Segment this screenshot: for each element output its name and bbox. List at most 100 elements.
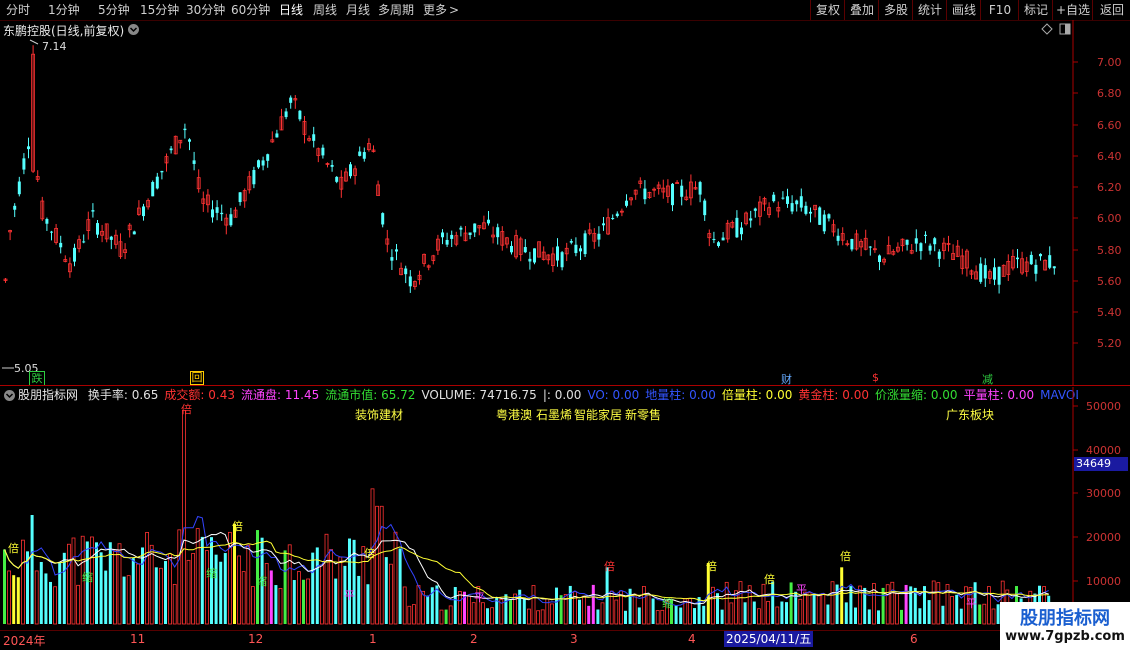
candle-body	[289, 97, 293, 103]
marker-die[interactable]: 跌	[29, 371, 45, 386]
price-axis: 7.00 6.80 6.60 6.40 6.20 6.00 5.80 5.60 5.40 5.20	[1073, 56, 1122, 350]
candle-body	[993, 267, 996, 280]
mark-button[interactable]: 标记	[1018, 0, 1053, 20]
period-tab-daily[interactable]: 日线	[279, 2, 303, 18]
period-tab-monthly[interactable]: 月线	[346, 2, 370, 18]
candle-body	[804, 205, 808, 214]
period-tab-60min[interactable]: 60分钟	[231, 2, 270, 18]
f10-button[interactable]: F10	[980, 0, 1019, 20]
volume-bar	[816, 594, 821, 625]
draw-line-button[interactable]: 画线	[946, 0, 981, 20]
volume-bar	[58, 562, 62, 624]
volume-bar	[509, 598, 512, 624]
volume-bar	[67, 543, 71, 625]
volume-bar	[264, 563, 269, 625]
candle-body	[712, 238, 716, 240]
volume-bar	[582, 595, 586, 625]
volume-bar	[490, 607, 495, 625]
volume-tick-label: 30000	[1086, 487, 1121, 500]
candle-body	[91, 210, 95, 212]
price-tick-label: 5.80	[1097, 244, 1122, 257]
candle-body	[441, 232, 444, 238]
period-tab-fenshi[interactable]: 分时	[6, 2, 30, 18]
candle-body	[868, 246, 872, 248]
volume-bar	[453, 587, 457, 624]
volume-bar	[789, 582, 793, 624]
volume-bar	[76, 584, 80, 625]
period-tab-weekly[interactable]: 周线	[313, 2, 337, 18]
volume-bar	[941, 605, 945, 624]
volume-bar	[117, 543, 122, 625]
volume-bar	[384, 557, 388, 624]
volume-bar	[214, 554, 218, 624]
volume-bar	[388, 563, 393, 625]
candle-body	[132, 231, 136, 235]
price-tick-label: 7.00	[1097, 56, 1122, 69]
candle-body	[753, 208, 757, 211]
marker-dollar[interactable]: $	[872, 371, 879, 384]
candle-body	[799, 196, 803, 208]
volume-bar	[591, 584, 595, 624]
volume-indicator-chart[interactable]: 股朋指标网 换手率: 0.65 成交额: 0.43 流通盘: 11.45 流通市值: …	[0, 387, 1130, 630]
price-tick-label: 6.80	[1097, 87, 1122, 100]
add-favorite-button[interactable]: +自选	[1052, 0, 1093, 20]
candle-body	[740, 227, 743, 235]
multi-stock-button[interactable]: 多股	[878, 0, 913, 20]
back-button[interactable]: 返回	[1092, 0, 1130, 20]
period-tab-1min[interactable]: 1分钟	[48, 2, 80, 18]
volume-bar	[366, 584, 370, 624]
volume-bar	[596, 609, 600, 624]
volume-bar	[642, 586, 646, 625]
volume-bar	[766, 600, 770, 625]
date-label: 1	[369, 632, 377, 646]
volume-bar	[435, 585, 439, 624]
volume-bar	[20, 539, 25, 625]
volume-signal-marker: 倍	[232, 519, 243, 533]
candle-body	[671, 183, 674, 206]
volume-bar	[338, 556, 343, 625]
candle-body	[487, 219, 490, 224]
volume-bar	[555, 587, 558, 624]
current-volume-label: 34649	[1074, 457, 1128, 471]
volume-tick-label: 10000	[1086, 575, 1121, 588]
volume-bar	[95, 542, 98, 624]
price-tick-label: 6.40	[1097, 150, 1122, 163]
candle-body	[533, 248, 536, 263]
volume-bar	[250, 586, 255, 625]
volume-bar	[821, 593, 826, 625]
candle-body	[50, 231, 53, 233]
candlestick-chart[interactable]: 东鹏控股(日线,前复权) 7.00 6.80 6.60 6.40 6.20 6.00 5.8…	[0, 20, 1130, 386]
volume-plot: 倍倍倍倍倍 倍倍倍缩 缩缩缩平 平平平 50000400003000020000100…	[3, 387, 1121, 630]
date-label: 3	[570, 632, 578, 646]
price-tick-label: 6.00	[1097, 212, 1122, 225]
volume-bar	[697, 597, 701, 624]
volume-bar	[12, 575, 16, 624]
period-tab-more[interactable]: 更多	[423, 2, 447, 18]
cursor-date-label: 2025/04/11/五	[724, 631, 814, 647]
period-tab-5min[interactable]: 5分钟	[98, 2, 130, 18]
candle-body	[850, 238, 854, 250]
volume-bar	[49, 581, 52, 624]
statistics-button[interactable]: 统计	[912, 0, 947, 20]
volume-bar	[486, 608, 489, 624]
volume-signal-marker: 倍	[8, 541, 19, 555]
candle-body	[928, 245, 932, 251]
marker-hui[interactable]: 回	[190, 371, 204, 385]
volume-bar	[959, 608, 963, 624]
candle-body	[1039, 253, 1042, 257]
candle-body	[473, 223, 477, 233]
overlay-button[interactable]: 叠加	[844, 0, 879, 20]
period-tab-30min[interactable]: 30分钟	[186, 2, 225, 18]
fuquan-button[interactable]: 复权	[810, 0, 845, 20]
candle-body	[914, 238, 918, 244]
chevron-right-icon[interactable]: >	[449, 2, 459, 18]
volume-bar	[53, 586, 57, 625]
period-tab-multi[interactable]: 多周期	[378, 2, 414, 18]
volume-bar	[306, 578, 311, 625]
volume-bar	[936, 582, 941, 625]
volume-axis: 50000 40000 30000 20000 10000	[1073, 400, 1121, 588]
volume-bar	[457, 591, 462, 625]
candle-body	[229, 214, 233, 226]
period-tab-15min[interactable]: 15分钟	[140, 2, 179, 18]
high-price-label: 7.14	[42, 40, 67, 53]
